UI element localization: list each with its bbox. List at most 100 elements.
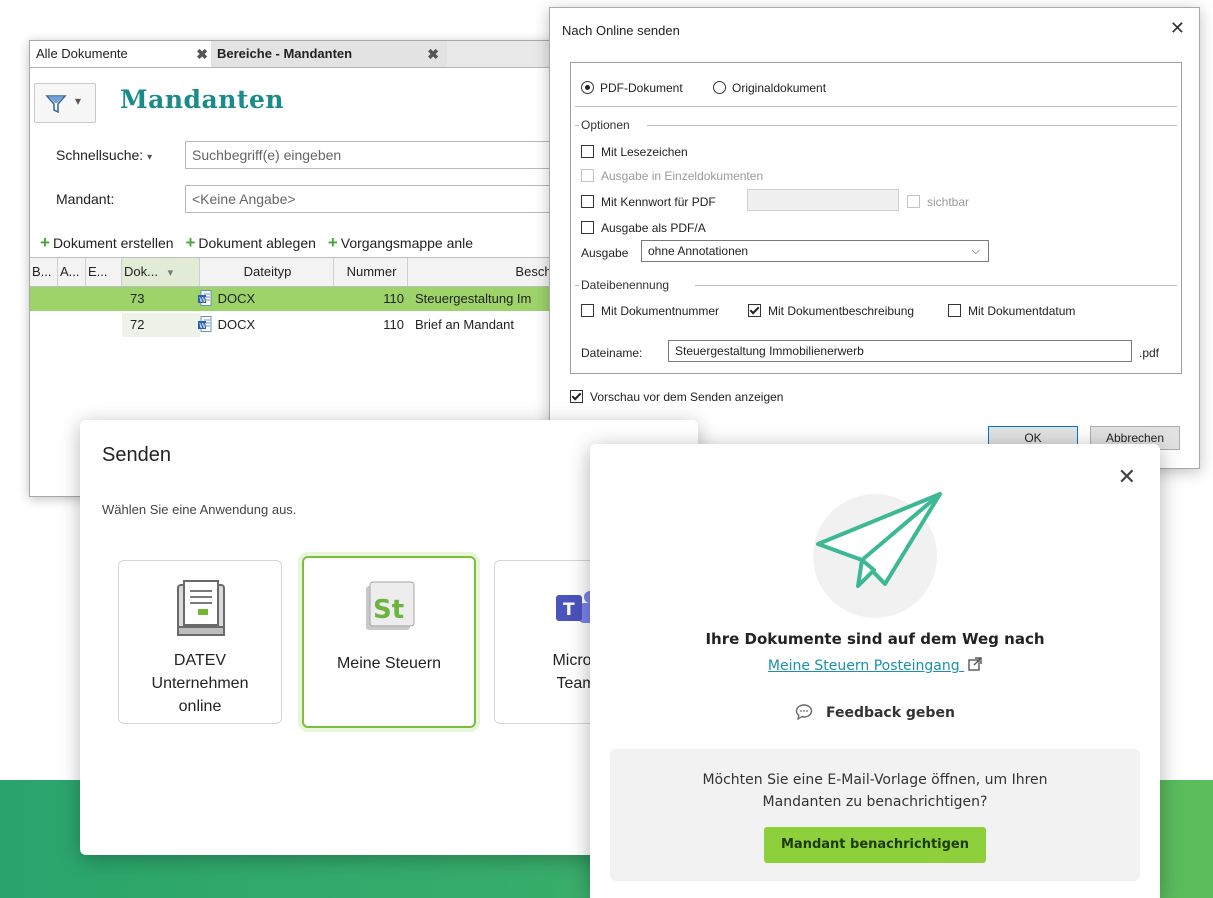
app-tile-label: online: [178, 698, 222, 715]
doc-number: 73: [130, 291, 145, 306]
svg-text:W: W: [199, 322, 206, 330]
word-document-icon: W: [198, 290, 212, 306]
plus-icon: +: [40, 233, 50, 252]
dialog-title: Nach Online senden: [562, 23, 680, 38]
checkbox-doc-description[interactable]: Mit Dokumentbeschreibung: [748, 304, 914, 318]
output-select[interactable]: ohne Annotationen ⌵: [641, 240, 989, 262]
description-cell: Brief an Mandant: [415, 317, 515, 332]
checkbox-preview[interactable]: Vorschau vor dem Senden anzeigen: [570, 390, 783, 404]
filename-input[interactable]: Steuergestaltung Immobilienerwerb: [668, 340, 1132, 362]
chevron-down-icon: ▾: [75, 94, 82, 108]
page-title: Mandanten: [120, 85, 285, 114]
table-row[interactable]: 73 W DOCX 110 Steuergestaltung Im: [30, 287, 570, 311]
divider: [695, 285, 1177, 286]
checkbox-icon: [581, 145, 594, 158]
table-header: B... A... E... Dok... ▾ Dateityp Nummer …: [30, 257, 570, 287]
close-icon[interactable]: ✕: [1118, 464, 1136, 490]
feedback-button[interactable]: Feedback geben: [590, 704, 1160, 721]
app-tile-label: Unternehmen: [151, 675, 249, 692]
notify-client-button[interactable]: Mandant benachrichtigen: [764, 827, 986, 863]
success-message: Ihre Dokumente sind auf dem Weg nach: [705, 630, 1045, 648]
app-tile-meine-steuern[interactable]: St Meine Steuern: [302, 556, 476, 728]
file-document-button[interactable]: + Dokument ablegen: [185, 233, 316, 252]
quick-search-label-text: Schnellsuche:: [56, 147, 144, 163]
checkbox-checked-icon: [748, 304, 761, 317]
paper-plane-icon: [813, 492, 942, 618]
create-document-button[interactable]: + Dokument erstellen: [40, 233, 174, 252]
send-success-dialog: ✕ Ihre Dokumente sind auf dem Weg nach M…: [590, 444, 1160, 898]
close-icon[interactable]: ✕: [1170, 18, 1185, 39]
app-tile-label: DATEV: [173, 652, 227, 669]
column-header-dok[interactable]: Dok... ▾: [122, 258, 200, 286]
app-tile-label: Meine Steuern: [336, 655, 442, 672]
client-label: Mandant:: [56, 191, 115, 207]
meine-steuern-icon: St: [366, 581, 415, 630]
checkbox-visible[interactable]: sichtbar: [907, 195, 969, 209]
client-field[interactable]: <Keine Angabe>: [185, 185, 575, 213]
number-cell: 110: [383, 317, 404, 332]
checkbox-doc-date[interactable]: Mit Dokumentdatum: [948, 304, 1075, 318]
file-type-label: DOCX: [217, 317, 256, 332]
checkbox-single-documents[interactable]: Ausgabe in Einzeldokumenten: [581, 169, 763, 183]
send-online-dialog: Nach Online senden ✕ PDF-Dokument Origin…: [549, 7, 1200, 469]
column-header[interactable]: E...: [86, 258, 122, 286]
radio-label: Originaldokument: [732, 81, 827, 95]
filename-extension: .pdf: [1139, 346, 1160, 360]
radio-original[interactable]: Originaldokument: [713, 81, 826, 95]
action-label: Vorgangsmappe anle: [340, 235, 474, 251]
link-label: Meine Steuern Posteingang: [767, 658, 960, 674]
checkbox-password[interactable]: Mit Kennwort für PDF: [581, 195, 716, 209]
checkbox-label: Mit Dokumentnummer: [601, 304, 720, 318]
close-tab-icon[interactable]: ✖: [196, 41, 208, 67]
checkbox-icon: [581, 169, 594, 182]
svg-text:W: W: [199, 296, 206, 304]
column-header[interactable]: Dateityp: [200, 258, 334, 286]
divider: [575, 125, 579, 126]
plus-icon: +: [327, 233, 338, 252]
filename-label: Dateiname:: [581, 346, 643, 360]
tab-bereiche-mandanten[interactable]: Bereiche - Mandanten ✖: [211, 41, 447, 67]
column-header[interactable]: Nummer: [334, 258, 408, 286]
options-section-label: Optionen: [581, 118, 630, 132]
filter-button[interactable]: ▾: [34, 83, 96, 123]
column-header[interactable]: A...: [58, 258, 86, 286]
checkbox-checked-icon: [570, 390, 583, 403]
divider: [575, 106, 1177, 107]
divider: [647, 125, 1177, 126]
checkbox-label: Mit Kennwort für PDF: [601, 195, 716, 209]
checkbox-label: Mit Lesezeichen: [601, 145, 688, 159]
password-input[interactable]: [747, 189, 899, 211]
column-header[interactable]: B...: [30, 258, 58, 286]
radio-icon: [713, 81, 726, 94]
feedback-label: Feedback geben: [825, 705, 955, 721]
checkbox-label: Mit Dokumentdatum: [968, 304, 1076, 318]
checkbox-bookmarks[interactable]: Mit Lesezeichen: [581, 145, 688, 159]
close-tab-icon[interactable]: ✖: [427, 41, 439, 67]
app-tile-datev-unternehmen-online[interactable]: DATEV Unternehmen online: [118, 560, 282, 724]
description-cell: Steuergestaltung Im: [415, 291, 532, 306]
action-label: Dokument erstellen: [52, 235, 174, 251]
radio-pdf[interactable]: PDF-Dokument: [581, 81, 683, 95]
chevron-down-icon: ▾: [147, 152, 153, 163]
table-row[interactable]: 72 W DOCX 110 Brief an Mandant: [30, 313, 570, 337]
column-header[interactable]: Beschrei: [408, 258, 570, 286]
filter-icon: [45, 95, 67, 114]
action-label: Dokument ablegen: [198, 235, 316, 251]
plus-icon: +: [185, 233, 196, 252]
notify-question-line: Mandanten zu benachrichtigen?: [762, 794, 988, 810]
svg-text:St: St: [373, 595, 404, 625]
tab-label: Bereiche - Mandanten: [217, 46, 353, 61]
posteingang-link[interactable]: Meine Steuern Posteingang: [590, 657, 1160, 674]
create-folder-button[interactable]: + Vorgangsmappe anle: [327, 233, 474, 252]
doc-number: 72: [130, 317, 145, 332]
external-link-icon: [968, 657, 982, 671]
action-bar: + Dokument erstellen + Dokument ablegen + V…: [40, 233, 481, 253]
quick-search-label[interactable]: Schnellsuche: ▾: [56, 147, 152, 163]
search-input[interactable]: Suchbegriff(e) eingeben: [185, 141, 575, 169]
output-select-value: ohne Annotationen: [648, 244, 749, 258]
checkbox-doc-number[interactable]: Mit Dokumentnummer: [581, 304, 719, 318]
dialog-title: Senden: [102, 444, 171, 466]
sort-descending-icon: ▾: [167, 267, 174, 279]
tab-alle-dokumente[interactable]: Alle Dokumente ✖: [30, 41, 217, 67]
checkbox-pdfa[interactable]: Ausgabe als PDF/A: [581, 221, 706, 235]
